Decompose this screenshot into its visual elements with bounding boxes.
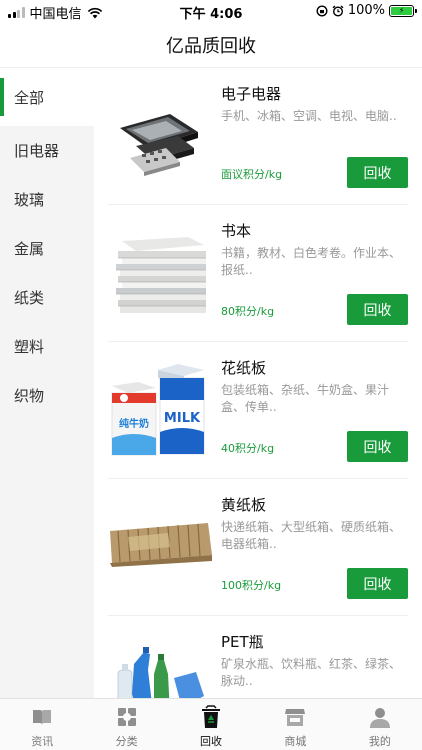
sidebar-item-label: 全部 xyxy=(14,88,45,107)
status-right: 100% ⚡ xyxy=(316,3,417,18)
sidebar-item-metal[interactable]: 金属 xyxy=(0,224,94,273)
list-item[interactable]: 电子电器 手机、冰箱、空调、电视、电脑.. 面议积分/kg 回收 xyxy=(108,68,408,205)
bottom-tab-bar: 资讯 分类 回收 商城 我的 xyxy=(0,698,422,750)
recycle-button[interactable]: 回收 xyxy=(347,431,408,462)
cardboard-image xyxy=(110,523,212,567)
product-price: 40积分/kg xyxy=(221,442,275,455)
sidebar-item-paper[interactable]: 纸类 xyxy=(0,273,94,322)
rotation-lock-icon xyxy=(316,4,328,17)
carton-milk-text: MILK xyxy=(164,411,201,426)
sidebar-item-label: 玻璃 xyxy=(14,191,45,209)
sidebar-item-label: 塑料 xyxy=(14,338,45,356)
status-bar: 中国电信 下午 4:06 100% ⚡ xyxy=(0,0,422,22)
product-title: 黄纸板 xyxy=(221,496,267,514)
page-title: 亿品质回收 xyxy=(166,35,256,57)
nav-header: 亿品质回收 xyxy=(0,22,422,68)
tab-label: 我的 xyxy=(368,735,391,748)
tab-label: 商城 xyxy=(284,735,307,748)
sidebar-item-label: 纸类 xyxy=(14,289,45,307)
product-description: 书籍，教材、白色考卷。作业本、报纸.. xyxy=(221,246,402,277)
sidebar-item-glass[interactable]: 玻璃 xyxy=(0,175,94,224)
product-title: 书本 xyxy=(221,222,252,240)
news-icon xyxy=(33,710,52,725)
tab-profile[interactable]: 我的 xyxy=(338,699,422,750)
product-title: 花纸板 xyxy=(221,359,267,377)
recycle-bin-icon xyxy=(202,705,221,728)
tab-label: 分类 xyxy=(115,735,138,748)
sidebar-item-label: 金属 xyxy=(14,240,45,258)
milk-carton-image: 纯牛奶 MILK xyxy=(111,364,205,456)
carton-brand-text: 纯牛奶 xyxy=(119,417,149,430)
pet-bottles-image xyxy=(117,647,204,698)
product-description: 手机、冰箱、空调、电视、电脑.. xyxy=(221,109,397,123)
product-description: 矿泉水瓶、饮料瓶、红茶、绿茶、脉动.. xyxy=(221,657,402,688)
sidebar-item-old-appliances[interactable]: 旧电器 xyxy=(0,126,94,175)
product-description: 快递纸箱、大型纸箱、硬质纸箱、电器纸箱.. xyxy=(221,520,402,551)
list-item[interactable]: 纯牛奶 MILK 花纸板 包装纸箱、杂纸、牛奶盒、果汁盒、传单.. 40积分/k… xyxy=(108,342,408,479)
recycle-button[interactable]: 回收 xyxy=(347,294,408,325)
profile-icon xyxy=(369,708,390,728)
tab-recycle[interactable]: 回收 xyxy=(169,699,253,750)
product-price: 面议积分/kg xyxy=(221,168,283,181)
electronics-image xyxy=(120,114,198,176)
sidebar-item-label: 织物 xyxy=(14,387,45,405)
product-title: 电子电器 xyxy=(221,85,282,103)
product-description: 包装纸箱、杂纸、牛奶盒、果汁盒、传单.. xyxy=(221,383,390,414)
list-item[interactable]: 书本 书籍，教材、白色考卷。作业本、报纸.. 80积分/kg 回收 xyxy=(108,205,408,342)
sidebar-item-all[interactable]: 全部 xyxy=(0,68,94,126)
category-sidebar: 全部 旧电器 玻璃 金属 纸类 塑料 织物 xyxy=(0,68,94,698)
tab-category[interactable]: 分类 xyxy=(84,699,168,750)
alarm-icon xyxy=(332,4,344,17)
tab-label: 回收 xyxy=(200,735,223,748)
store-icon xyxy=(285,709,306,726)
product-price: 100积分/kg xyxy=(221,579,282,592)
list-item[interactable]: PET瓶 矿泉水瓶、饮料瓶、红茶、绿茶、脉动.. xyxy=(108,616,408,698)
product-price: 80积分/kg xyxy=(221,305,275,318)
tab-news[interactable]: 资讯 xyxy=(0,699,84,750)
books-image xyxy=(116,237,206,313)
sidebar-item-plastic[interactable]: 塑料 xyxy=(0,322,94,371)
battery-percent: 100% xyxy=(347,3,385,18)
recycle-button[interactable]: 回收 xyxy=(347,157,408,188)
list-item[interactable]: 黄纸板 快递纸箱、大型纸箱、硬质纸箱、电器纸箱.. 100积分/kg 回收 xyxy=(108,479,408,616)
tab-store[interactable]: 商城 xyxy=(253,699,337,750)
battery-icon: ⚡ xyxy=(389,4,417,17)
product-title: PET瓶 xyxy=(221,633,264,651)
category-icon xyxy=(117,708,136,726)
tab-label: 资讯 xyxy=(31,735,54,748)
sidebar-item-label: 旧电器 xyxy=(14,142,60,160)
product-list[interactable]: 电子电器 手机、冰箱、空调、电视、电脑.. 面议积分/kg 回收 书本 书籍，教… xyxy=(94,68,422,698)
sidebar-item-fabric[interactable]: 织物 xyxy=(0,371,94,420)
recycle-button[interactable]: 回收 xyxy=(347,568,408,599)
